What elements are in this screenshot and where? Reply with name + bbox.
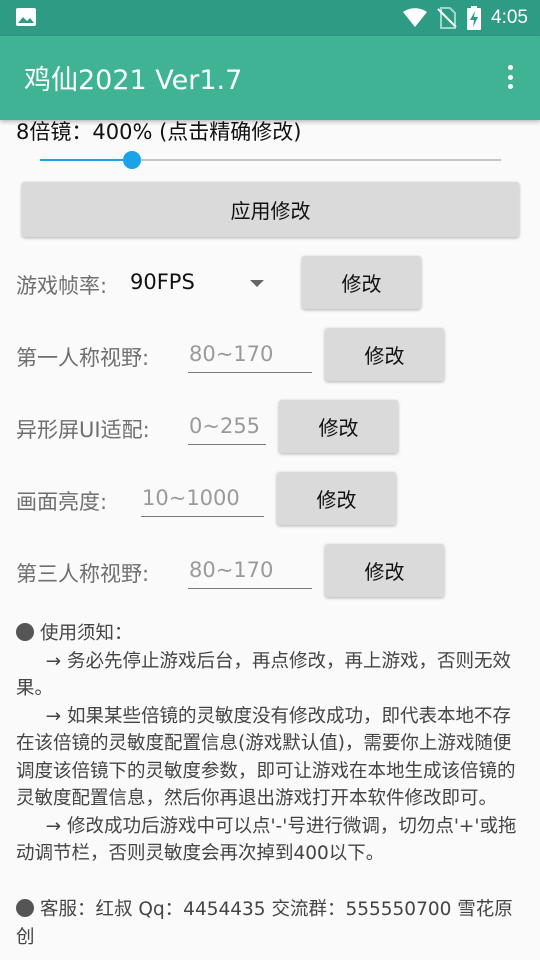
no-sim-icon — [437, 7, 457, 29]
notice-item: → 如果某些倍镜的灵敏度没有修改成功，即代表本地不存在该倍镜的灵敏度配置信息(游… — [16, 705, 516, 810]
wifi-icon — [403, 8, 428, 27]
dropdown-arrow-icon[interactable] — [250, 280, 264, 287]
brightness-label: 画面亮度: — [16, 490, 108, 514]
fpp-fov-label: 第一人称视野: — [16, 346, 150, 370]
fps-spinner[interactable]: 90FPS — [130, 270, 195, 294]
notice-heading: 使用须知： — [40, 623, 133, 644]
tpp-fov-input[interactable]: 80~170 — [188, 558, 312, 589]
bullet-icon — [16, 899, 34, 917]
apply-changes-button[interactable]: 应用修改 — [22, 182, 519, 237]
zoom-sensitivity-label[interactable]: 8倍镜：400% (点击精确修改) — [16, 116, 301, 146]
fps-modify-button[interactable]: 修改 — [302, 256, 421, 309]
brightness-modify-button[interactable]: 修改 — [277, 472, 396, 525]
zoom-sensitivity-slider[interactable] — [40, 151, 501, 174]
app-title: 鸡仙2021 Ver1.7 — [24, 65, 243, 96]
app-bar: 鸡仙2021 Ver1.7 — [0, 36, 540, 120]
main-content: 8倍镜：400% (点击精确修改) 应用修改 游戏帧率: 90FPS 修改 第一… — [0, 120, 540, 960]
slider-fill — [40, 159, 133, 161]
notice-item: → 务必先停止游戏后台，再点修改，再上游戏，否则无效果。 — [16, 650, 511, 700]
notch-ui-modify-button[interactable]: 修改 — [279, 400, 398, 453]
battery-charging-icon — [467, 6, 482, 30]
status-bar: 4:05 — [0, 0, 540, 36]
notch-ui-input[interactable]: 0~255 — [188, 414, 266, 445]
tpp-fov-modify-button[interactable]: 修改 — [325, 544, 444, 597]
usage-notice: 使用须知： → 务必先停止游戏后台，再点修改，再上游戏，否则无效果。 → 如果某… — [16, 620, 526, 868]
contact-text: 客服：红叔 Qq：4454435 交流群：555550700 雪花原创 — [16, 899, 513, 948]
status-time: 4:05 — [491, 7, 528, 28]
fpp-fov-modify-button[interactable]: 修改 — [325, 328, 444, 381]
more-vert-icon[interactable] — [498, 62, 522, 92]
slider-thumb[interactable] — [123, 151, 142, 169]
bullet-icon — [16, 623, 34, 641]
brightness-input[interactable]: 10~1000 — [141, 486, 264, 517]
notch-ui-label: 异形屏UI适配: — [16, 418, 150, 442]
fps-label: 游戏帧率: — [16, 274, 108, 298]
contact-info: 客服：红叔 Qq：4454435 交流群：555550700 雪花原创 — [16, 896, 526, 951]
notice-item: → 修改成功后游戏中可以点'-'号进行微调，切勿点'+'或拖动调节栏，否则灵敏度… — [16, 815, 517, 865]
tpp-fov-label: 第三人称视野: — [16, 562, 150, 586]
image-icon — [16, 8, 36, 26]
fpp-fov-input[interactable]: 80~170 — [188, 342, 312, 373]
